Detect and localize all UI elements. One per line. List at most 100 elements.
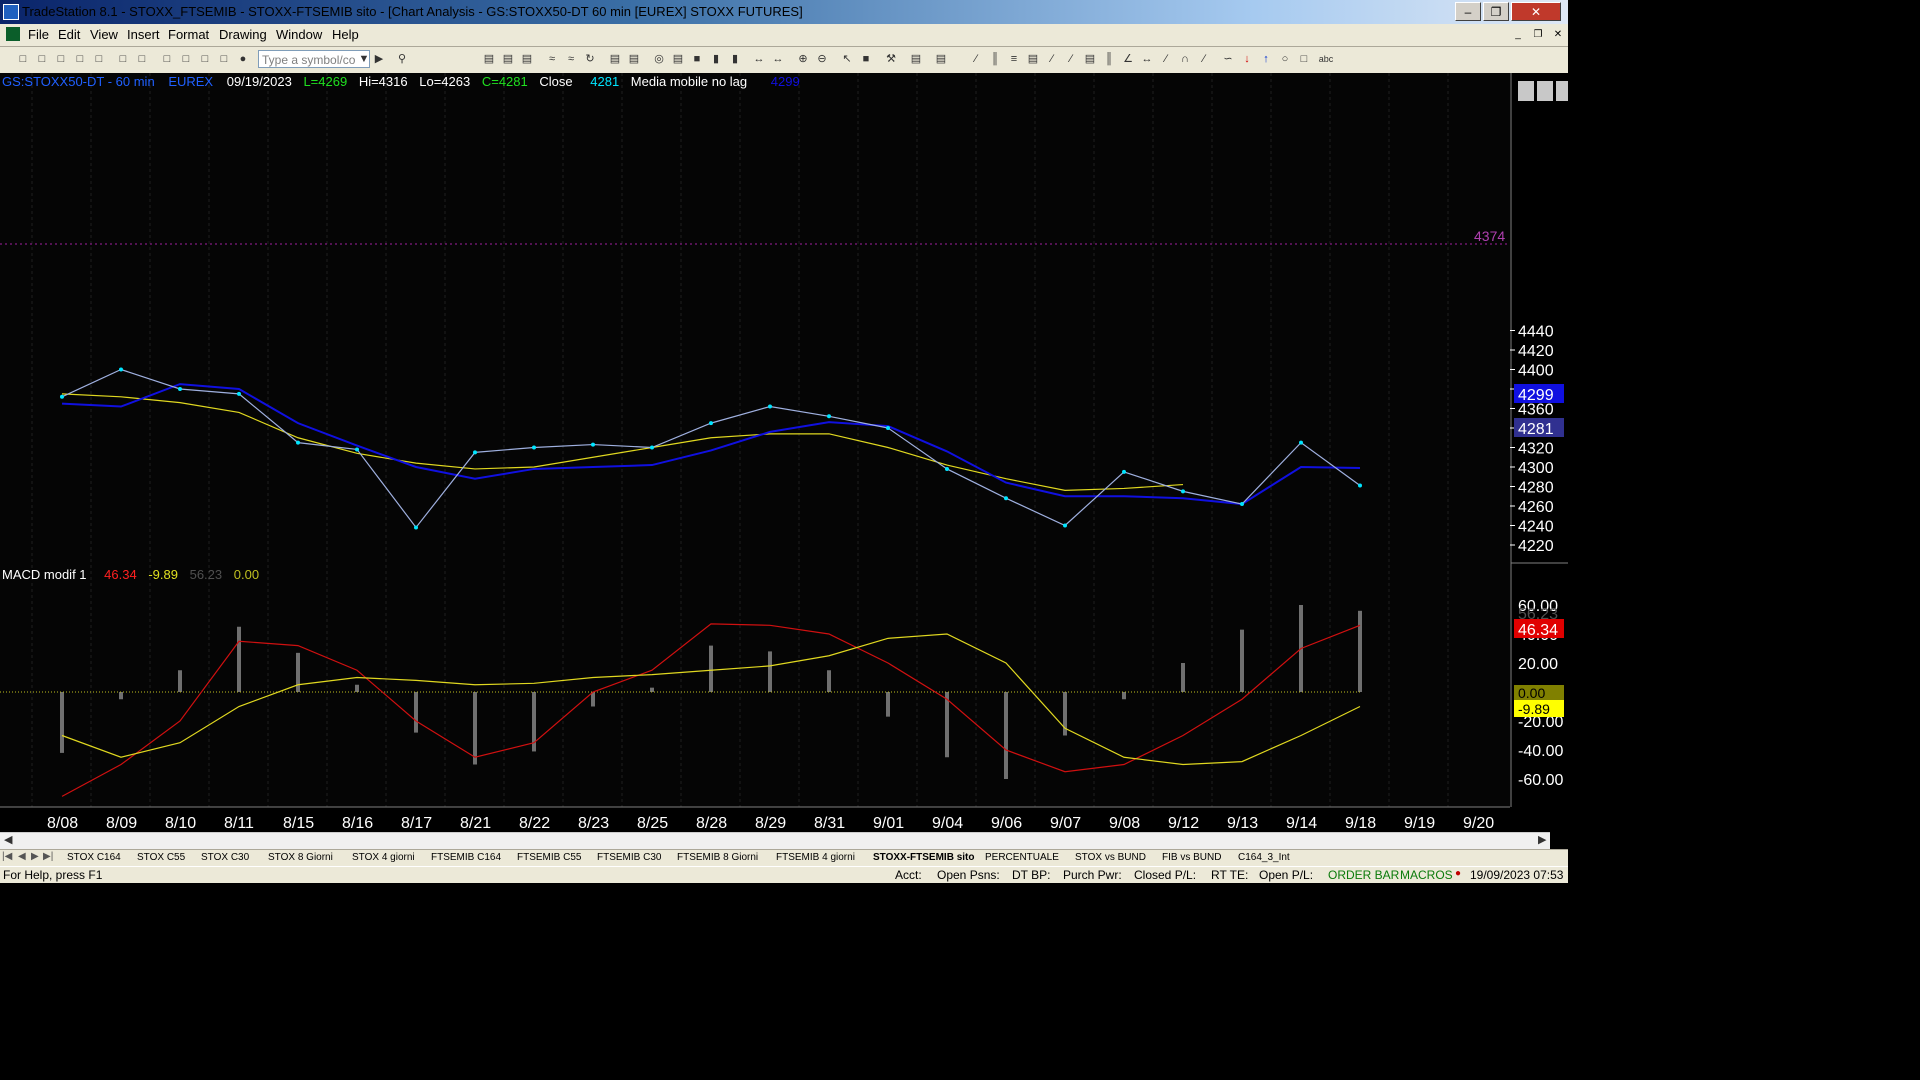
lock-icon[interactable]: □ [198, 52, 212, 66]
tab-stoxx-ftsemib-sito[interactable]: STOXX-FTSEMIB sito [873, 851, 975, 865]
new-icon[interactable]: □ [16, 52, 30, 66]
radar-icon[interactable]: ◎ [652, 52, 666, 66]
menu-view[interactable]: View [90, 27, 118, 42]
arc-icon[interactable]: ∩ [1178, 52, 1192, 66]
folder-icon[interactable]: □ [92, 52, 106, 66]
vertical-lines-icon[interactable]: ║ [988, 52, 1002, 66]
zoom-out-icon[interactable]: ⊖ [815, 52, 829, 66]
tab-ftsemib-c30[interactable]: FTSEMIB C30 [597, 851, 661, 865]
print-icon[interactable]: □ [135, 52, 149, 66]
curve-icon[interactable]: ∽ [1221, 52, 1235, 66]
tab-ftsemib-c55[interactable]: FTSEMIB C55 [517, 851, 581, 865]
macd-histogram-bar [1240, 629, 1244, 692]
tab-stox-4-giorni[interactable]: STOX 4 giorni [352, 851, 415, 865]
disabled-icon[interactable]: ▤ [934, 52, 948, 66]
tab-nav-prev-icon[interactable]: ◀ [18, 851, 26, 862]
symbol-dropdown-icon[interactable]: ▼ [357, 52, 371, 66]
menu-insert[interactable]: Insert [127, 27, 160, 42]
tab-nav-last-icon[interactable]: ▶| [43, 851, 53, 862]
fib-retrace-icon[interactable]: ▤ [1083, 52, 1097, 66]
refresh-icon[interactable]: ↻ [583, 52, 597, 66]
symbol-search-icon[interactable]: ⚲ [395, 52, 409, 66]
tab-c164-3-int[interactable]: C164_3_Int [1238, 851, 1290, 865]
tab-stox-8-giorni[interactable]: STOX 8 Giorni [268, 851, 333, 865]
menu-help[interactable]: Help [332, 27, 359, 42]
menu-edit[interactable]: Edit [58, 27, 80, 42]
panel-close-button[interactable] [1556, 81, 1568, 101]
matrix-icon[interactable]: ▤ [671, 52, 685, 66]
angle-icon[interactable]: ∠ [1121, 52, 1135, 66]
tab-nav-first-icon[interactable]: |◀ [2, 851, 12, 862]
chart-table-icon[interactable]: ▤ [520, 52, 534, 66]
price-chart[interactable]: 4374 GS:STOXX50-DT - 60 min EUREX 09/19/… [0, 73, 1568, 833]
copy-icon[interactable]: □ [54, 52, 68, 66]
workspace-icon[interactable]: □ [160, 52, 174, 66]
tab-stox-vs-bund[interactable]: STOX vs BUND [1075, 851, 1146, 865]
tab-fib-vs-bund[interactable]: FIB vs BUND [1162, 851, 1221, 865]
compress-icon[interactable]: ↔ [771, 52, 785, 66]
wrench-icon[interactable]: ⚒ [884, 52, 898, 66]
panel-minimize-button[interactable] [1518, 81, 1534, 101]
rectangle-icon[interactable]: □ [1297, 52, 1311, 66]
close-button[interactable]: ✕ [1511, 2, 1561, 21]
paste-icon[interactable]: □ [73, 52, 87, 66]
save-icon[interactable]: □ [116, 52, 130, 66]
ellipse-icon[interactable]: ○ [1278, 52, 1292, 66]
candle-icon[interactable]: ▮ [728, 52, 742, 66]
maximize-button[interactable]: ❐ [1483, 2, 1509, 21]
zoom-in-icon[interactable]: ⊕ [796, 52, 810, 66]
scroll-left-icon[interactable]: ◀ [4, 833, 12, 846]
pointer-icon[interactable]: ↖ [840, 52, 854, 66]
tab-ftsemib-c164[interactable]: FTSEMIB C164 [431, 851, 501, 865]
parallel-lines-icon[interactable]: ∕ [1159, 52, 1173, 66]
arrow-up-icon[interactable]: ↑ [1259, 52, 1273, 66]
tools-icon[interactable]: □ [217, 52, 231, 66]
zoom-width-icon[interactable]: ↔ [752, 52, 766, 66]
arrow-both-icon[interactable]: ↔ [1140, 52, 1154, 66]
arrow-down-icon[interactable]: ↓ [1240, 52, 1254, 66]
tab-nav-next-icon[interactable]: ▶ [31, 851, 39, 862]
minimize-button[interactable]: – [1455, 2, 1481, 21]
data-window-icon[interactable]: ▤ [909, 52, 923, 66]
symbol-go-icon[interactable]: ▶ [372, 52, 386, 66]
tab-percentuale[interactable]: PERCENTUALE [985, 851, 1059, 865]
horizontal-line-icon[interactable]: ≡ [1007, 52, 1021, 66]
gann-fan-icon[interactable]: ∕ [1064, 52, 1078, 66]
chart-wave-icon[interactable]: ≈ [545, 52, 559, 66]
speedline-icon[interactable]: ∕ [1045, 52, 1059, 66]
mdi-minimize-button[interactable]: _ [1510, 27, 1526, 42]
tab-ftsemib-4-giorni[interactable]: FTSEMIB 4 giorni [776, 851, 855, 865]
open-icon[interactable]: □ [35, 52, 49, 66]
macros-button[interactable]: MACROS [1400, 868, 1453, 882]
chart-bar-icon[interactable]: ▤ [482, 52, 496, 66]
tab-stox-c55[interactable]: STOX C55 [137, 851, 185, 865]
menu-file[interactable]: File [28, 27, 49, 42]
mdi-close-button[interactable]: ✕ [1550, 27, 1566, 42]
mdi-restore-button[interactable]: ❐ [1530, 27, 1546, 42]
pencil-icon[interactable]: ∕ [1197, 52, 1211, 66]
crosshair-icon[interactable]: ■ [859, 52, 873, 66]
tab-stox-c164[interactable]: STOX C164 [67, 851, 121, 865]
scanner-icon[interactable]: ■ [690, 52, 704, 66]
fib-time-icon[interactable]: ║ [1102, 52, 1116, 66]
panel-restore-button[interactable] [1537, 81, 1553, 101]
channel-icon[interactable]: ▤ [1026, 52, 1040, 66]
tab-stox-c30[interactable]: STOX C30 [201, 851, 249, 865]
layout-icon[interactable]: □ [179, 52, 193, 66]
text-tool-icon[interactable]: abc [1316, 52, 1336, 66]
indicator-icon[interactable]: ▤ [608, 52, 622, 66]
scroll-right-icon[interactable]: ▶ [1538, 833, 1546, 846]
palette-icon[interactable]: ● [236, 52, 250, 66]
chart-line-icon[interactable]: ▤ [501, 52, 515, 66]
chart-style-icon[interactable]: ≈ [564, 52, 578, 66]
menu-window[interactable]: Window [276, 27, 322, 42]
trendline-icon[interactable]: ∕ [969, 52, 983, 66]
bar-interval-icon[interactable]: ▮ [709, 52, 723, 66]
menu-format[interactable]: Format [168, 27, 209, 42]
symbol-input[interactable]: Type a symbol/co [258, 50, 370, 68]
strategy-icon[interactable]: ▤ [627, 52, 641, 66]
horizontal-scrollbar[interactable]: ◀ ▶ [0, 832, 1550, 849]
tab-ftsemib-8-giorni[interactable]: FTSEMIB 8 Giorni [677, 851, 758, 865]
menu-drawing[interactable]: Drawing [219, 27, 267, 42]
order-bar-button[interactable]: ORDER BAR [1328, 868, 1399, 882]
